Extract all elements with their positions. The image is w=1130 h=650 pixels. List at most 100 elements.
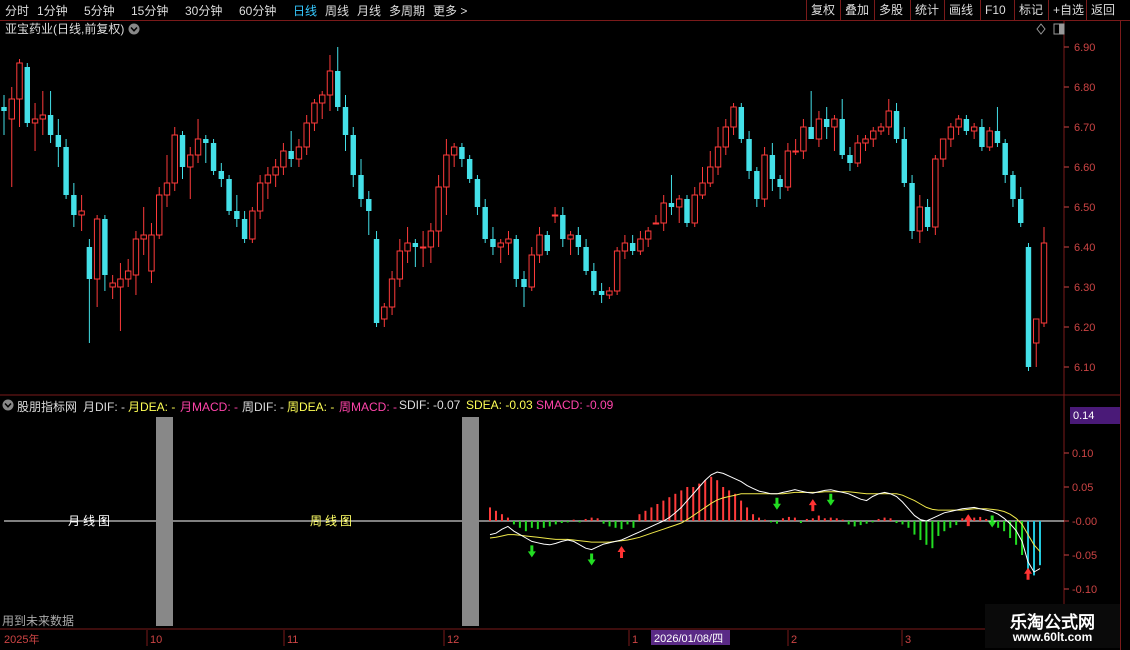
candle-body-up — [870, 130, 877, 140]
period-tab-daily[interactable]: 日线 — [293, 2, 317, 19]
indicator-name[interactable]: 股朋指标网 — [17, 398, 77, 415]
candle-body-up — [815, 118, 823, 140]
stock-title: 亚宝药业(日线,前复权) — [5, 21, 124, 36]
candle-body-up — [303, 122, 310, 148]
indicator-tick-label: 0.05 — [1072, 482, 1093, 494]
candle-body-down — [591, 271, 597, 291]
period-tab-weekly[interactable]: 周线 — [325, 2, 349, 19]
candle-body-up — [124, 270, 132, 280]
month-dif-label: 月DIF: - — [83, 400, 125, 414]
period-tab-fenshi[interactable]: 分时 — [5, 2, 29, 19]
candle-body-up — [93, 218, 101, 280]
month-chart-label: 月线图 — [68, 514, 113, 528]
week-dea-label: 周DEA: - — [287, 400, 335, 414]
period-tab-more[interactable]: 更多 > — [433, 2, 467, 19]
back-button[interactable]: 返回 — [1086, 0, 1119, 20]
candle-body-up — [318, 94, 326, 104]
candle-body-up — [637, 238, 644, 252]
indicator-tick-label: -0.05 — [1072, 550, 1097, 562]
price-tick-label: 6.90 — [1074, 42, 1095, 54]
f10-button[interactable]: F10 — [980, 0, 1010, 20]
period-tab-60min[interactable]: 60分钟 — [239, 2, 276, 19]
candle-body-up — [567, 234, 574, 240]
multi-stock-button[interactable]: 多股 — [874, 0, 907, 20]
period-tab-5min[interactable]: 5分钟 — [84, 2, 115, 19]
time-label-dec: 12 — [447, 634, 459, 646]
period-toolbar: 分时 1分钟 5分钟 15分钟 30分钟 60分钟 日线 周线 月线 多周期 更… — [0, 0, 1130, 21]
week-macd-label: 周MACD: - — [339, 400, 397, 414]
indicator-collapse-icon[interactable] — [2, 399, 14, 411]
candle-body-up — [613, 250, 621, 292]
restore-rights-button[interactable]: 复权 — [806, 0, 839, 20]
candle-body-up — [194, 138, 202, 156]
candle-body-down — [55, 135, 62, 147]
candle-body-down — [335, 71, 341, 107]
candle-body-down — [218, 171, 225, 179]
candle-body-down — [1, 107, 7, 111]
title-dropdown-icon[interactable] — [128, 23, 140, 35]
candle-body-down — [482, 207, 488, 239]
candle-body-up — [419, 246, 427, 249]
candle-body-up — [1033, 318, 1040, 344]
candle-body-down — [684, 199, 690, 223]
period-tab-30min[interactable]: 30分钟 — [185, 2, 222, 19]
candle-body-down — [342, 107, 349, 135]
candle-body-down — [373, 239, 380, 323]
statistics-button[interactable]: 统计 — [910, 0, 943, 20]
period-tab-15min[interactable]: 15分钟 — [131, 2, 168, 19]
kline-chart[interactable]: 亚宝药业(日线,前复权) 6.90 6.80 6.70 6.60 6.50 6.40 6.3… — [0, 21, 1120, 650]
overlay-button[interactable]: 叠加 — [840, 0, 873, 20]
candle-body-down — [86, 247, 93, 279]
candle-body-up — [722, 126, 730, 148]
candle-body-down — [1025, 247, 1032, 367]
candle-body-up — [505, 238, 512, 244]
candle-body-up — [381, 306, 388, 320]
candle-body-down — [777, 179, 783, 187]
period-tab-monthly[interactable]: 月线 — [357, 2, 381, 19]
candle-body-down — [350, 135, 356, 175]
candle-body-down — [629, 243, 636, 251]
candle-body-up — [171, 134, 178, 184]
candle-body-up — [427, 230, 435, 248]
add-watchlist-button[interactable]: +自选 — [1048, 0, 1088, 20]
candle-body-up — [249, 210, 256, 240]
candle-body-up — [551, 214, 559, 217]
candle-body-up — [652, 222, 660, 225]
watermark-logo: 乐淘公式网 www.60lt.com — [985, 604, 1120, 648]
week-dif-label: 周DIF: - — [242, 400, 284, 414]
period-tab-1min[interactable]: 1分钟 — [37, 2, 68, 19]
candle-body-down — [102, 219, 108, 275]
candle-body-down — [994, 131, 1001, 143]
candle-body-down — [474, 179, 481, 207]
candle-body-up — [800, 126, 807, 152]
candle-body-down — [668, 203, 675, 207]
candle-body-up — [955, 118, 962, 128]
candle-body-down — [893, 111, 900, 139]
candle-body-up — [163, 182, 171, 196]
candle-body-down — [47, 115, 54, 135]
candle-body-up — [707, 166, 714, 184]
candle-body-down — [179, 135, 186, 167]
candle-body-down — [1010, 175, 1016, 199]
candle-body-down — [808, 127, 814, 139]
candle-body-down — [71, 195, 77, 215]
candle-body-down — [1018, 199, 1024, 223]
indicator-tick-label: -0.00 — [1072, 516, 1097, 528]
mark-button[interactable]: 标记 — [1014, 0, 1047, 20]
week-chart-label: 周线图 — [310, 514, 355, 528]
current-value-text: 0.14 — [1073, 410, 1094, 422]
price-tick-label: 6.10 — [1074, 362, 1095, 374]
candle-body-up — [256, 182, 264, 212]
candle-body-down — [901, 139, 908, 183]
future-data-note: 用到未来数据 — [2, 613, 74, 628]
candle-body-down — [839, 119, 845, 155]
period-tab-multi[interactable]: 多周期 — [389, 2, 425, 19]
candle-body-up — [932, 158, 939, 228]
right-info-sidebar[interactable] — [1120, 21, 1130, 650]
candle-body-up — [660, 202, 667, 224]
draw-line-button[interactable]: 画线 — [944, 0, 977, 20]
candle-body-down — [513, 239, 519, 279]
candle-body-up — [885, 110, 892, 128]
candle-body-down — [979, 127, 985, 147]
watermark-url: www.60lt.com — [1012, 630, 1093, 644]
